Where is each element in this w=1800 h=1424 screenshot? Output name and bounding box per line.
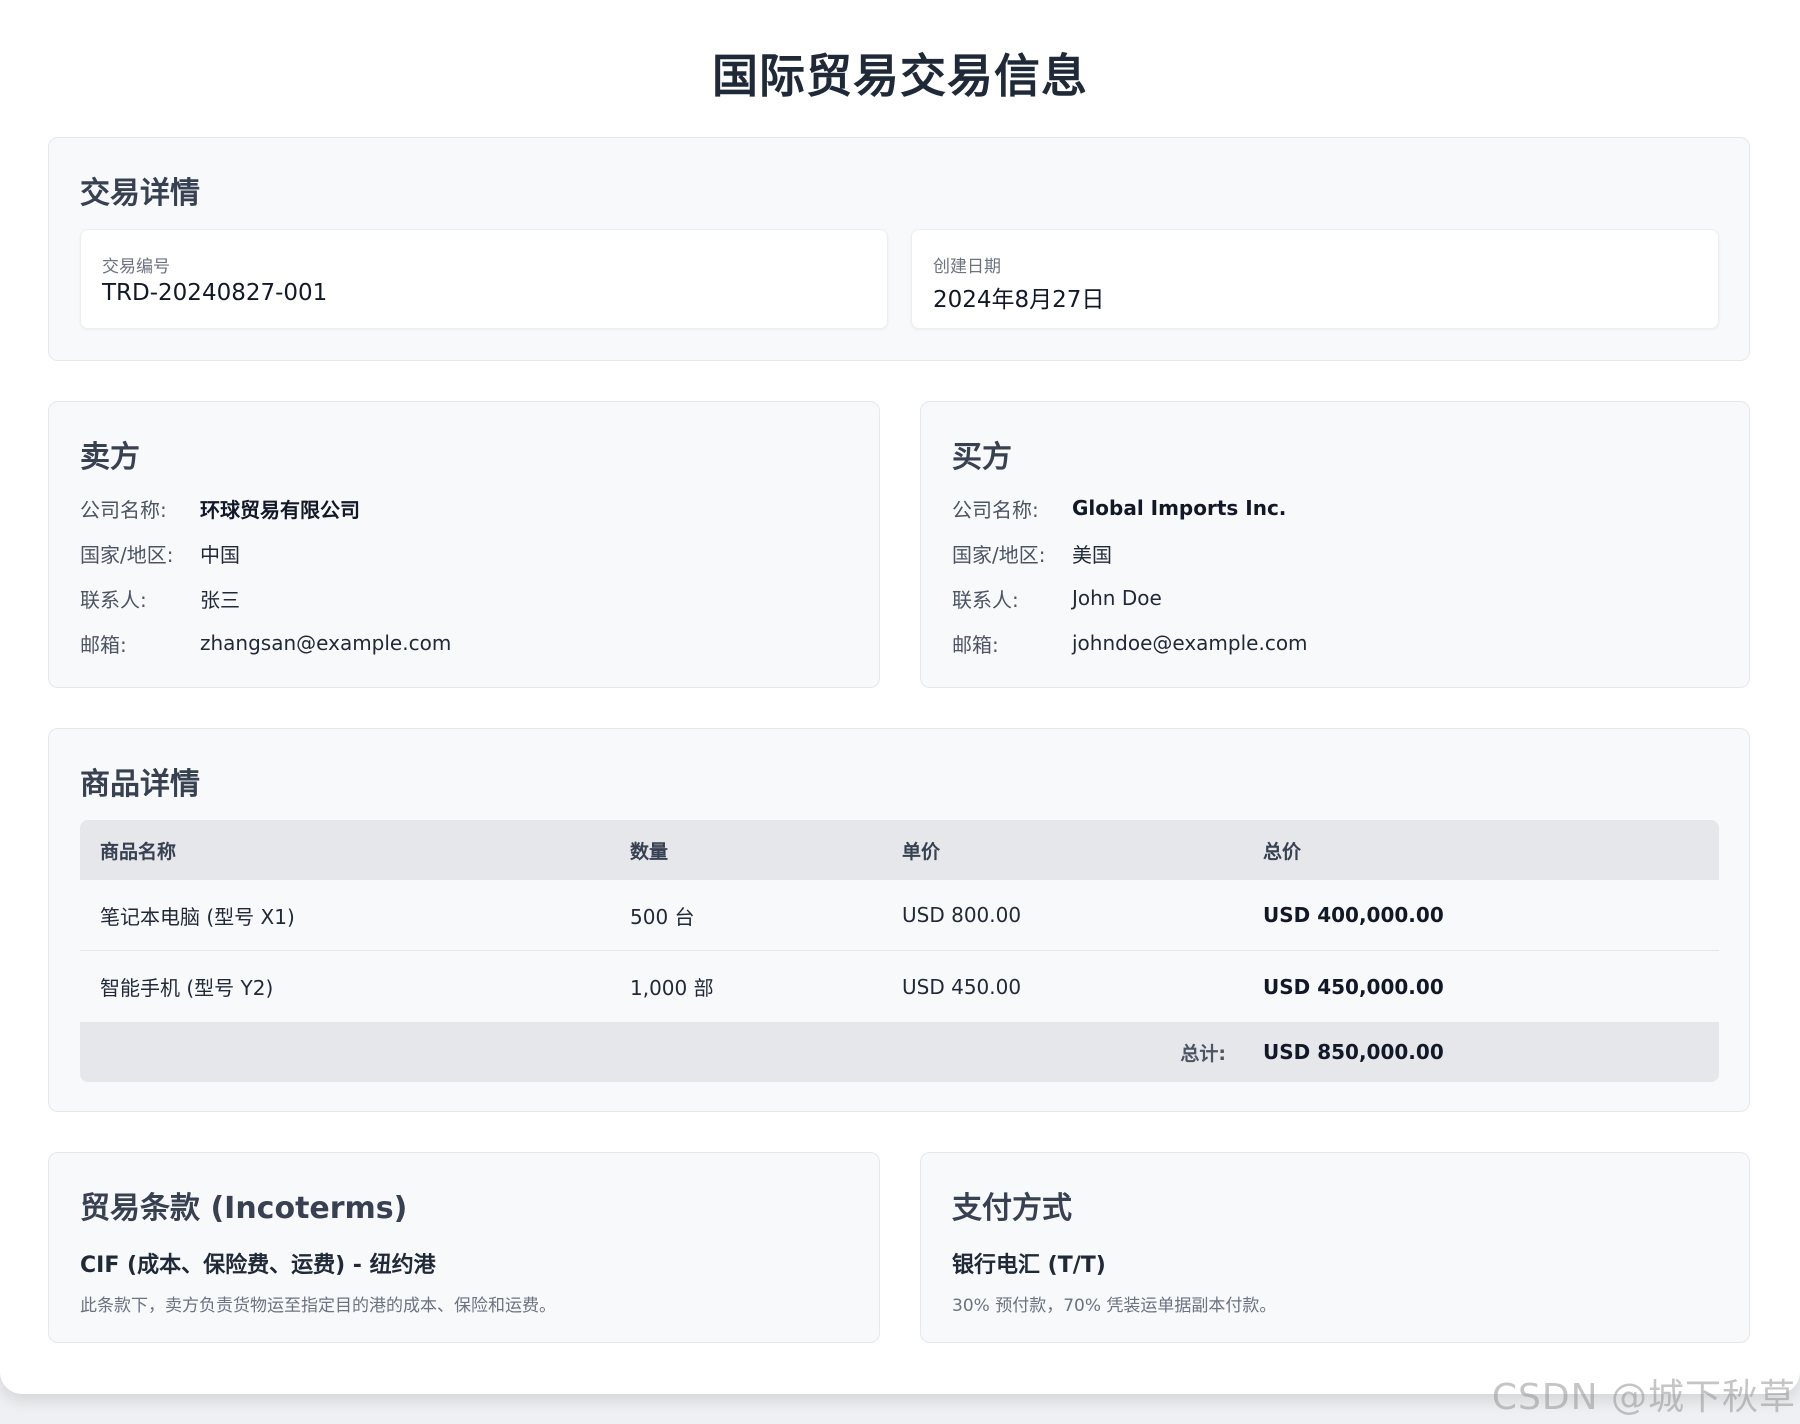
- buyer-email-label: 邮箱:: [952, 632, 999, 657]
- product-total-price-cell: USD 450,000.00: [1263, 974, 1444, 999]
- product-unit-price-cell: USD 450.00: [902, 974, 1022, 999]
- seller-email-row: 邮箱: zhangsan@example.com: [80, 628, 451, 658]
- buyer-card: 买方 公司名称: Global Imports Inc. 国家/地区: 美国 联…: [920, 401, 1750, 688]
- seller-section-title: 卖方: [80, 440, 140, 475]
- created-date-value: 2024年8月27日: [933, 287, 1105, 313]
- table-header-row: 商品名称 数量 单价 总价: [80, 820, 1719, 880]
- incoterms-description: 此条款下，卖方负责货物运至指定目的港的成本、保险和运费。: [80, 1296, 556, 1316]
- product-name-cell: 智能手机 (型号 Y2): [100, 976, 274, 1000]
- buyer-company-row: 公司名称: Global Imports Inc.: [952, 493, 1286, 523]
- seller-email-value[interactable]: zhangsan@example.com: [200, 631, 451, 655]
- seller-company-label: 公司名称:: [80, 497, 167, 522]
- column-header-quantity: 数量: [630, 840, 669, 863]
- payment-section-title: 支付方式: [952, 1191, 1072, 1226]
- buyer-contact-value: John Doe: [1072, 586, 1162, 610]
- table-row: 智能手机 (型号 Y2) 1,000 部 USD 450.00 USD 450,…: [80, 951, 1719, 1022]
- column-header-name: 商品名称: [100, 840, 177, 863]
- total-label: 总计:: [1180, 1042, 1226, 1065]
- page-container: 国际贸易交易信息 交易详情 交易编号 TRD-20240827-001 创建日期…: [0, 0, 1800, 1394]
- buyer-country-row: 国家/地区: 美国: [952, 538, 1112, 568]
- product-total-price-cell: USD 400,000.00: [1263, 903, 1444, 927]
- transaction-id-label: 交易编号: [102, 257, 170, 277]
- buyer-country-value: 美国: [1072, 542, 1112, 567]
- product-quantity-cell: 500 台: [630, 904, 695, 929]
- seller-company-row: 公司名称: 环球贸易有限公司: [80, 493, 360, 523]
- column-header-unit-price: 单价: [902, 840, 941, 863]
- seller-country-value: 中国: [200, 542, 240, 567]
- product-name-cell: 笔记本电脑 (型号 X1): [100, 904, 295, 929]
- buyer-country-label: 国家/地区:: [952, 542, 1046, 567]
- created-date-box: 创建日期 2024年8月27日: [911, 229, 1719, 329]
- products-table: 商品名称 数量 单价 总价 笔记本电脑 (型号 X1) 500 台 USD 80…: [80, 820, 1719, 1082]
- column-header-total-price: 总价: [1263, 840, 1302, 863]
- seller-country-label: 国家/地区:: [80, 542, 174, 567]
- buyer-email-row: 邮箱: johndoe@example.com: [952, 628, 1308, 658]
- table-row: 笔记本电脑 (型号 X1) 500 台 USD 800.00 USD 400,0…: [80, 880, 1719, 951]
- buyer-contact-row: 联系人: John Doe: [952, 583, 1162, 613]
- watermark-text: CSDN @城下秋草: [1491, 1377, 1796, 1418]
- seller-card: 卖方 公司名称: 环球贸易有限公司 国家/地区: 中国 联系人: 张三 邮箱: …: [48, 401, 880, 688]
- seller-contact-row: 联系人: 张三: [80, 583, 240, 613]
- seller-contact-label: 联系人:: [80, 587, 147, 612]
- product-unit-price-cell: USD 800.00: [902, 903, 1022, 927]
- payment-method-card: 支付方式 银行电汇 (T/T) 30% 预付款，70% 凭装运单据副本付款。: [920, 1152, 1750, 1343]
- buyer-company-label: 公司名称:: [952, 497, 1039, 522]
- buyer-contact-label: 联系人:: [952, 587, 1019, 612]
- incoterms-section-title: 贸易条款 (Incoterms): [80, 1191, 408, 1226]
- seller-company-value: 环球贸易有限公司: [200, 497, 360, 522]
- payment-method-main: 银行电汇 (T/T): [952, 1253, 1106, 1278]
- total-value: USD 850,000.00: [1263, 1040, 1444, 1064]
- transaction-details-card: 交易详情 交易编号 TRD-20240827-001 创建日期 2024年8月2…: [48, 137, 1750, 361]
- buyer-email-value[interactable]: johndoe@example.com: [1072, 631, 1308, 655]
- buyer-section-title: 买方: [952, 440, 1012, 475]
- seller-email-label: 邮箱:: [80, 632, 127, 657]
- transaction-section-title: 交易详情: [80, 176, 200, 211]
- created-date-label: 创建日期: [933, 257, 1001, 277]
- transaction-id-value: TRD-20240827-001: [102, 280, 328, 306]
- incoterms-main: CIF (成本、保险费、运费) - 纽约港: [80, 1253, 436, 1278]
- payment-method-description: 30% 预付款，70% 凭装运单据副本付款。: [952, 1296, 1277, 1316]
- table-total-row: 总计: USD 850,000.00: [80, 1022, 1719, 1082]
- page-title: 国际贸易交易信息: [712, 49, 1088, 103]
- seller-country-row: 国家/地区: 中国: [80, 538, 240, 568]
- products-section-title: 商品详情: [80, 767, 200, 802]
- seller-contact-value: 张三: [200, 587, 240, 612]
- products-card: 商品详情 商品名称 数量 单价 总价 笔记本电脑 (型号 X1) 500 台 U…: [48, 728, 1750, 1112]
- transaction-id-box: 交易编号 TRD-20240827-001: [80, 229, 888, 329]
- incoterms-card: 贸易条款 (Incoterms) CIF (成本、保险费、运费) - 纽约港 此…: [48, 1152, 880, 1343]
- buyer-company-value: Global Imports Inc.: [1072, 496, 1287, 520]
- product-quantity-cell: 1,000 部: [630, 976, 714, 1000]
